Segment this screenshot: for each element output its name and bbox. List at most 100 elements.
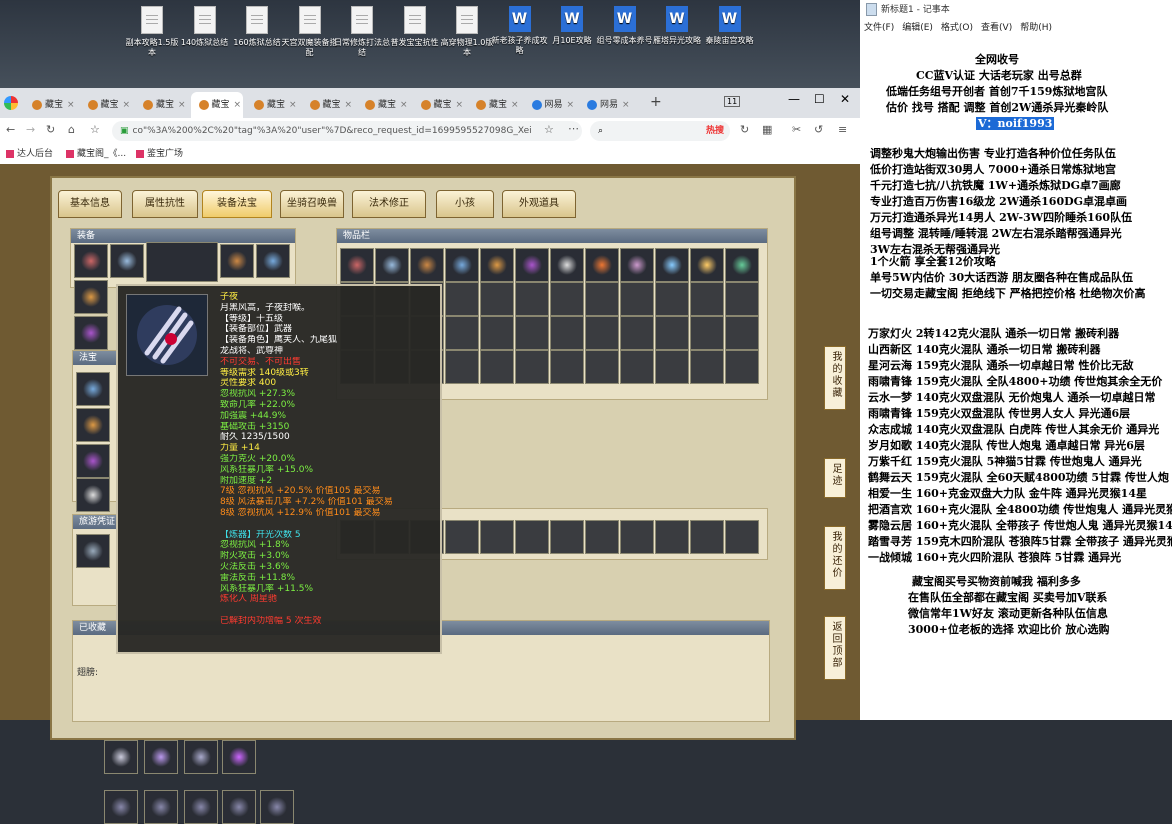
side-button[interactable]: 足迹 xyxy=(824,458,846,498)
collected-slot[interactable] xyxy=(184,740,218,774)
browser-tab[interactable]: 藏宝 × xyxy=(468,92,520,118)
tab-close-icon[interactable]: × xyxy=(400,100,408,110)
menu-icon[interactable]: ≡ xyxy=(838,123,847,136)
browser-tab[interactable]: 藏宝 × xyxy=(80,92,132,118)
refresh-small-icon[interactable]: ↻ xyxy=(740,123,749,136)
desktop-icon[interactable]: 140炼狱总结 xyxy=(175,6,235,48)
notepad-menu-item[interactable]: 查看(V) xyxy=(981,23,1012,33)
desktop-icon[interactable]: W 月10E攻略 xyxy=(542,6,602,46)
browser-tab[interactable]: 藏宝 × xyxy=(246,92,298,118)
inventory-slot[interactable] xyxy=(725,282,759,316)
desktop-icon[interactable]: 日常修炼打法总结 xyxy=(332,6,392,58)
more-icon[interactable]: ⋯ xyxy=(568,122,579,135)
inventory-slot[interactable] xyxy=(445,316,479,350)
desktop-icon[interactable]: W 新老孩子养成攻略 xyxy=(490,6,550,56)
browser-tab[interactable]: 网易 × xyxy=(579,92,631,118)
browser-tab[interactable]: 藏宝 × xyxy=(357,92,409,118)
equip-slot[interactable] xyxy=(74,244,108,278)
browser-tab[interactable]: 藏宝 × xyxy=(135,92,187,118)
game-tab[interactable]: 装备法宝 xyxy=(202,190,272,218)
tab-close-icon[interactable]: × xyxy=(456,100,464,110)
browser-tab[interactable]: 藏宝 × xyxy=(302,92,354,118)
inventory-slot[interactable] xyxy=(585,248,619,282)
equip-slot[interactable] xyxy=(256,244,290,278)
mid-slot[interactable] xyxy=(725,520,759,554)
back-icon[interactable]: ← xyxy=(6,123,15,136)
game-tab[interactable]: 基本信息 xyxy=(58,190,122,218)
tab-count-badge[interactable]: 11 xyxy=(724,96,741,107)
game-tab[interactable]: 属性抗性 xyxy=(132,190,198,218)
bookmark-item[interactable]: 达人后台 xyxy=(6,144,53,164)
desktop-icon[interactable]: 副本攻略1.5版本 xyxy=(122,6,182,58)
inventory-slot[interactable] xyxy=(620,316,654,350)
inventory-slot[interactable] xyxy=(655,282,689,316)
collected-slot[interactable] xyxy=(184,790,218,824)
mid-slot[interactable] xyxy=(480,520,514,554)
desktop-icon[interactable]: 高穿物理1.0版本 xyxy=(437,6,497,58)
close-window-button[interactable]: ✕ xyxy=(840,92,850,106)
collected-slot[interactable] xyxy=(222,740,256,774)
undo-icon[interactable]: ↺ xyxy=(814,123,823,136)
mid-slot[interactable] xyxy=(620,520,654,554)
mid-slot[interactable] xyxy=(655,520,689,554)
game-tab[interactable]: 小孩 xyxy=(436,190,494,218)
inventory-slot[interactable] xyxy=(480,248,514,282)
equip-slot[interactable] xyxy=(110,244,144,278)
url-field[interactable]: ▣ co"%3A%200%2C%20"tag"%3A%20"user"%7D&re… xyxy=(112,121,582,141)
star-icon[interactable]: ☆ xyxy=(90,123,100,136)
inventory-slot[interactable] xyxy=(410,248,444,282)
mid-slot[interactable] xyxy=(515,520,549,554)
inventory-slot[interactable] xyxy=(550,248,584,282)
browser-tab[interactable]: 藏宝 × xyxy=(190,92,243,118)
inventory-slot[interactable] xyxy=(340,248,374,282)
collected-slot[interactable] xyxy=(104,740,138,774)
bookmark-item[interactable]: 藏宝阁_《... xyxy=(66,144,126,164)
equip-slot[interactable] xyxy=(74,280,108,314)
game-tab[interactable]: 坐骑召唤兽 xyxy=(280,190,344,218)
notepad-menu-item[interactable]: 帮助(H) xyxy=(1020,23,1052,33)
inventory-slot[interactable] xyxy=(620,282,654,316)
browser-logo-icon[interactable] xyxy=(4,96,18,110)
inventory-slot[interactable] xyxy=(585,282,619,316)
tab-close-icon[interactable]: × xyxy=(345,100,353,110)
game-tab[interactable]: 外观道具 xyxy=(502,190,576,218)
tab-close-icon[interactable]: × xyxy=(234,100,242,110)
inventory-slot[interactable] xyxy=(550,316,584,350)
tab-close-icon[interactable]: × xyxy=(567,100,575,110)
minimize-button[interactable]: — xyxy=(788,92,800,106)
inventory-slot[interactable] xyxy=(655,316,689,350)
side-button[interactable]: 我的还价 xyxy=(824,526,846,590)
tab-close-icon[interactable]: × xyxy=(511,100,519,110)
inventory-slot[interactable] xyxy=(585,350,619,384)
equip-slot[interactable] xyxy=(74,316,108,350)
inventory-slot[interactable] xyxy=(375,248,409,282)
inventory-slot[interactable] xyxy=(725,350,759,384)
forward-icon[interactable]: → xyxy=(26,123,35,136)
notepad-menu-item[interactable]: 编辑(E) xyxy=(902,23,933,33)
inventory-slot[interactable] xyxy=(445,350,479,384)
desktop-icon[interactable]: 天宫双魔装备搭配 xyxy=(280,6,340,58)
inventory-slot[interactable] xyxy=(725,248,759,282)
browser-tab[interactable]: 藏宝 × xyxy=(24,92,76,118)
inventory-slot[interactable] xyxy=(620,248,654,282)
game-tab[interactable]: 法术修正 xyxy=(352,190,426,218)
inventory-slot[interactable] xyxy=(690,248,724,282)
inventory-slot[interactable] xyxy=(480,316,514,350)
notepad-text-area[interactable]: 全网收号 CC蓝V认证 大话老玩家 出号总群 低端任务组号开创者 首创7千159炼狱… xyxy=(860,38,1172,720)
browser-tab[interactable]: 藏宝 × xyxy=(413,92,465,118)
desktop-icon[interactable]: W 秦陵宙宫攻略 xyxy=(700,6,760,46)
jinbi-slot[interactable] xyxy=(76,534,110,568)
fabao-slot[interactable] xyxy=(76,444,110,478)
mid-slot[interactable] xyxy=(550,520,584,554)
fabao-slot[interactable] xyxy=(76,478,110,512)
tab-close-icon[interactable]: × xyxy=(123,100,131,110)
inventory-slot[interactable] xyxy=(690,316,724,350)
desktop-icon[interactable]: 160炼狱总结 xyxy=(227,6,287,48)
inventory-slot[interactable] xyxy=(550,350,584,384)
inventory-slot[interactable] xyxy=(445,282,479,316)
new-tab-button[interactable]: + xyxy=(650,94,662,110)
inventory-slot[interactable] xyxy=(515,350,549,384)
fabao-slot[interactable] xyxy=(76,408,110,442)
inventory-slot[interactable] xyxy=(655,248,689,282)
equip-slot[interactable] xyxy=(220,244,254,278)
